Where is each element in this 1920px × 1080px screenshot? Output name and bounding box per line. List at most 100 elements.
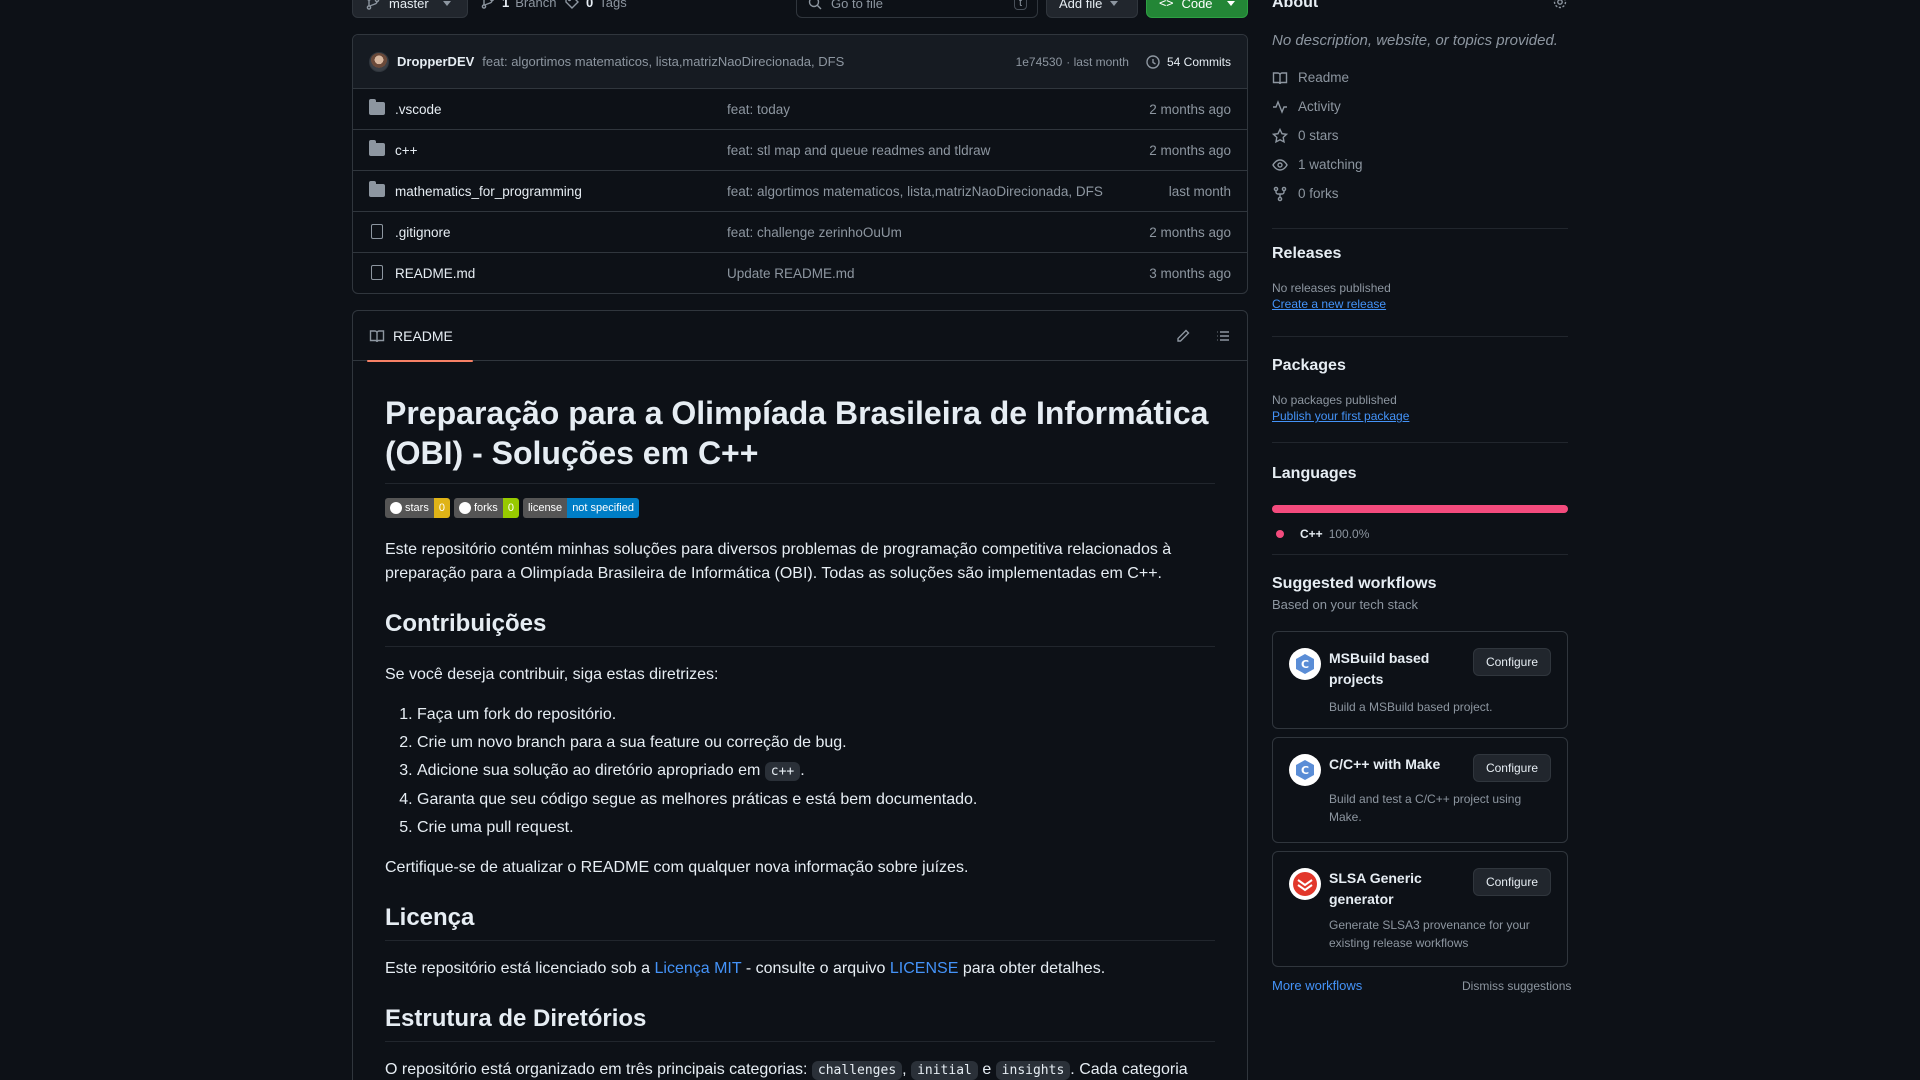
file-commit-message[interactable]: feat: challenge zerinhoOuUm bbox=[727, 225, 902, 240]
file-commit-message[interactable]: feat: stl map and queue readmes and tldr… bbox=[727, 143, 990, 158]
about-item-label: 0 stars bbox=[1298, 128, 1339, 143]
configure-button[interactable]: Configure bbox=[1472, 868, 1551, 896]
file-date: 2 months ago bbox=[1149, 142, 1231, 158]
file-row[interactable]: README.md Update README.md 3 months ago bbox=[353, 253, 1247, 293]
workflow-description: Build a MSBuild based project. bbox=[1329, 700, 1493, 714]
chevron-down-icon bbox=[1110, 0, 1119, 6]
structure-heading: Estrutura de Diretórios bbox=[385, 1005, 1215, 1042]
language-name: C++ bbox=[1300, 527, 1323, 541]
branch-icon bbox=[365, 0, 381, 11]
packages-heading[interactable]: Packages bbox=[1272, 357, 1568, 375]
inline-code: insights bbox=[995, 1061, 1071, 1080]
about-item[interactable]: Readme bbox=[1272, 63, 1568, 92]
about-item[interactable]: 1 watching bbox=[1272, 150, 1568, 179]
branches-count: 1 bbox=[502, 0, 510, 10]
structure-paragraph: O repositório está organizado em três pr… bbox=[385, 1061, 1188, 1080]
commit-author[interactable]: DropperDEV bbox=[397, 54, 474, 69]
packages-text: No packages published bbox=[1272, 393, 1397, 407]
file-name[interactable]: README.md bbox=[395, 266, 475, 281]
file-row[interactable]: .vscode feat: today 2 months ago bbox=[353, 89, 1247, 130]
file-name[interactable]: .gitignore bbox=[395, 225, 451, 240]
add-file-button[interactable]: Add file bbox=[1046, 0, 1138, 18]
create-release-link[interactable]: Create a new release bbox=[1272, 297, 1568, 311]
code-button[interactable]: <> Code bbox=[1146, 0, 1248, 18]
contrib-steps: Faça um fork do repositório. Crie um nov… bbox=[385, 703, 1215, 840]
gear-icon[interactable] bbox=[1552, 0, 1568, 10]
readme-panel: README Preparação para a Olimpíada Brasi… bbox=[352, 310, 1248, 1080]
avatar[interactable] bbox=[369, 51, 389, 72]
structure-text: e bbox=[982, 1061, 992, 1078]
file-commit-message[interactable]: feat: algortimos matematicos, lista,matr… bbox=[727, 184, 1103, 199]
languages-section: Languages C++ 100.0% bbox=[1272, 442, 1568, 541]
readme-intro: Este repositório contém minhas soluções … bbox=[385, 541, 1172, 582]
step-text: Adicione sua solução ao diretório apropr… bbox=[417, 762, 761, 779]
language-dot bbox=[1276, 530, 1284, 538]
publish-package-link[interactable]: Publish your first package bbox=[1272, 409, 1568, 423]
branches-label: Branch bbox=[515, 0, 557, 10]
file-browser: DropperDEV feat: algortimos matematicos,… bbox=[352, 34, 1248, 294]
more-workflows-link[interactable]: More workflows bbox=[1272, 978, 1362, 993]
tab-readme[interactable]: README bbox=[367, 311, 473, 362]
badge-forks[interactable]: forks 0 bbox=[453, 498, 519, 518]
folder-icon bbox=[369, 99, 385, 115]
outline-list-icon[interactable] bbox=[1215, 328, 1231, 344]
workflow-title[interactable]: SLSA Generic generator bbox=[1329, 868, 1459, 910]
history-icon bbox=[1145, 54, 1161, 70]
license-text: Este repositório está licenciado sob a bbox=[385, 960, 651, 977]
license-file-link[interactable]: LICENSE bbox=[890, 960, 958, 977]
contrib-outro: Certifique-se de atualizar o README com … bbox=[385, 859, 969, 876]
commits-link[interactable]: 54 Commits bbox=[1145, 54, 1231, 70]
file-row[interactable]: .gitignore feat: challenge zerinhoOuUm 2 m… bbox=[353, 212, 1247, 253]
file-row[interactable]: mathematics_for_programming feat: algorti… bbox=[353, 171, 1247, 212]
file-name[interactable]: mathematics_for_programming bbox=[395, 184, 582, 199]
code-label: Code bbox=[1181, 0, 1213, 11]
file-commit-message[interactable]: Update README.md bbox=[727, 266, 855, 281]
tags-link[interactable]: 0 Tags bbox=[564, 0, 627, 10]
file-name[interactable]: .vscode bbox=[395, 102, 442, 117]
workflow-title[interactable]: MSBuild based projects bbox=[1329, 648, 1459, 690]
branches-link[interactable]: 1 Branch bbox=[480, 0, 556, 10]
about-item[interactable]: Activity bbox=[1272, 92, 1568, 121]
license-paragraph: Este repositório está licenciado sob a L… bbox=[385, 957, 1215, 981]
packages-section: Packages No packages published Publish y… bbox=[1272, 336, 1568, 423]
file-icon bbox=[369, 224, 383, 239]
folder-icon bbox=[369, 140, 385, 156]
shortcut-key: t bbox=[1013, 0, 1027, 10]
configure-button[interactable]: Configure bbox=[1472, 754, 1551, 782]
chevron-down-icon bbox=[1226, 0, 1235, 6]
branch-selector-button[interactable]: master bbox=[352, 0, 468, 18]
language-percent: 100.0% bbox=[1328, 527, 1370, 541]
about-item-label: 1 watching bbox=[1298, 157, 1363, 172]
language-item[interactable]: C++ 100.0% bbox=[1272, 527, 1568, 541]
readme-header: README bbox=[353, 311, 1247, 362]
badge-license[interactable]: license not specified bbox=[522, 498, 639, 518]
badge-label: forks bbox=[473, 502, 498, 514]
svg-text:C: C bbox=[1301, 764, 1309, 777]
about-description: No description, website, or topics provi… bbox=[1272, 32, 1558, 49]
configure-button[interactable]: Configure bbox=[1472, 648, 1551, 676]
releases-heading[interactable]: Releases bbox=[1272, 245, 1568, 263]
list-item: Crie uma pull request. bbox=[417, 816, 1215, 840]
commit-hash[interactable]: 1e74530 bbox=[1016, 55, 1063, 69]
go-to-file-input[interactable]: Go to file t bbox=[796, 0, 1038, 18]
about-item[interactable]: 0 stars bbox=[1272, 121, 1568, 150]
commit-message[interactable]: feat: algortimos matematicos, lista,matr… bbox=[482, 54, 844, 69]
latest-commit-bar: DropperDEV feat: algortimos matematicos,… bbox=[353, 35, 1247, 89]
about-item[interactable]: 0 forks bbox=[1272, 179, 1568, 208]
dismiss-suggestions-button[interactable]: Dismiss suggestions bbox=[1462, 979, 1571, 993]
about-section: About No description, website, or topics… bbox=[1272, 0, 1568, 208]
badge-stars[interactable]: stars 0 bbox=[385, 498, 450, 518]
edit-pencil-icon[interactable] bbox=[1175, 328, 1191, 344]
workflow-title[interactable]: C/C++ with Make bbox=[1329, 754, 1479, 775]
workflows-section: Suggested workflows Based on your tech s… bbox=[1272, 554, 1568, 612]
eye-icon bbox=[1272, 157, 1288, 173]
inline-code: c++ bbox=[764, 762, 801, 781]
about-item-label: 0 forks bbox=[1298, 186, 1339, 201]
file-row[interactable]: c++ feat: stl map and queue readmes and t… bbox=[353, 130, 1247, 171]
badge-label: license bbox=[522, 498, 568, 518]
license-mit-link[interactable]: Licença MIT bbox=[655, 960, 742, 977]
inline-code: challenges bbox=[811, 1061, 903, 1080]
file-commit-message[interactable]: feat: today bbox=[727, 102, 790, 117]
file-name[interactable]: c++ bbox=[395, 143, 418, 158]
list-item: Crie um novo branch para a sua feature o… bbox=[417, 731, 1215, 755]
